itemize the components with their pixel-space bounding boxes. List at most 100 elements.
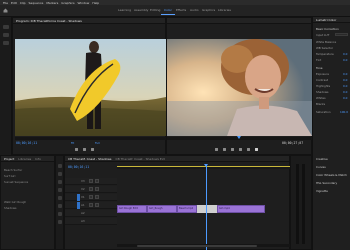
timeline-clip[interactable]: Girl_Rough — [147, 205, 177, 213]
audio-meter-left — [296, 164, 299, 244]
program-playhead[interactable] — [237, 136, 241, 139]
contrast-value[interactable]: 0.0 — [343, 78, 347, 82]
section-color-wheels[interactable]: Color Wheels & Match — [316, 173, 347, 177]
input-lut-select[interactable] — [335, 33, 348, 36]
workspace-learning[interactable]: Learning — [118, 8, 131, 12]
exposure-label: Exposure — [316, 72, 329, 76]
shadows-value[interactable]: 0.0 — [343, 90, 347, 94]
play-icon[interactable] — [223, 148, 226, 151]
tone-label: Tone — [316, 66, 323, 70]
track-eye-icon[interactable] — [95, 195, 99, 199]
menu-edit[interactable]: Edit — [11, 1, 17, 5]
hand-tool-icon[interactable] — [58, 212, 62, 216]
project-item[interactable]: Shadows — [4, 206, 17, 210]
menu-clip[interactable]: Clip — [20, 1, 26, 5]
timeline-clip[interactable]: Beach.mp4 — [177, 205, 197, 213]
project-item[interactable]: Beach Surfer — [4, 168, 22, 172]
step-forward-icon[interactable] — [231, 148, 234, 151]
timeline-clip[interactable]: Girl.mp4 — [217, 205, 265, 213]
timeline-scroll-thumb[interactable] — [137, 244, 257, 247]
source-zoom[interactable]: Fit — [71, 141, 74, 145]
tab-project[interactable]: Project — [4, 157, 14, 161]
section-curves[interactable]: Curves — [316, 165, 326, 169]
lumetri-tab[interactable]: Lumetri Color — [316, 18, 336, 22]
source-timeline-ruler[interactable] — [15, 137, 166, 140]
surfer-video-frame[interactable] — [15, 39, 166, 136]
timeline-tab[interactable]: CB Thecalif. Coast - Shadows — [68, 157, 111, 161]
temperature-value[interactable]: 0.0 — [343, 52, 347, 56]
highlights-value[interactable]: 0.0 — [343, 84, 347, 88]
track-lock-icon[interactable] — [89, 195, 93, 199]
tools-panel — [55, 155, 64, 250]
workspace-bar: Learning Assembly Editing Color Effects … — [0, 5, 350, 17]
home-icon[interactable] — [3, 8, 8, 13]
tool-icon[interactable] — [3, 33, 9, 37]
project-item[interactable]: Sunset Sequence — [4, 180, 28, 184]
track-eye-icon[interactable] — [95, 179, 99, 183]
razor-tool-icon[interactable] — [58, 188, 62, 192]
menu-file[interactable]: File — [3, 1, 8, 5]
workspace-assembly[interactable]: Assembly — [134, 8, 148, 12]
selected-clip[interactable] — [197, 205, 217, 213]
track-eye-icon[interactable] — [95, 187, 99, 191]
tool-icon[interactable] — [3, 41, 9, 45]
timeline-timecode[interactable]: 00;00;16;11 — [68, 165, 89, 169]
ripple-edit-tool-icon[interactable] — [58, 180, 62, 184]
tab-info[interactable]: Info — [35, 157, 41, 161]
project-item[interactable]: Surf Girl — [4, 174, 15, 178]
type-tool-icon[interactable] — [58, 220, 62, 224]
timeline-scrollbar[interactable] — [117, 244, 290, 247]
tool-icon[interactable] — [3, 25, 9, 29]
timeline-playhead[interactable] — [206, 164, 207, 250]
source-monitor-tab[interactable]: Program: ICB Thecalifornia Coast - Shado… — [16, 19, 82, 23]
timeline-playhead-handle[interactable] — [204, 164, 208, 167]
track-label: A2 — [81, 211, 85, 215]
mark-in-icon[interactable] — [75, 148, 78, 151]
section-creative[interactable]: Creative — [316, 157, 328, 161]
menu-window[interactable]: Window — [78, 1, 90, 5]
menu-sequence[interactable]: Sequence — [29, 1, 44, 5]
track-target[interactable] — [77, 194, 80, 201]
mark-out-icon[interactable] — [91, 148, 94, 151]
saturation-value[interactable]: 100.0 — [340, 110, 348, 114]
workspace-editing[interactable]: Editing — [150, 8, 160, 12]
section-hsl-secondary[interactable]: HSL Secondary — [316, 181, 337, 185]
step-back-icon[interactable] — [215, 148, 218, 151]
workspace-color[interactable]: Color — [164, 8, 172, 12]
workspace-libraries[interactable]: Libraries — [218, 8, 231, 12]
exposure-value[interactable]: 0.0 — [343, 72, 347, 76]
slip-tool-icon[interactable] — [58, 196, 62, 200]
track-select-tool-icon[interactable] — [58, 172, 62, 176]
menu-help[interactable]: Help — [92, 1, 99, 5]
menu-markers[interactable]: Markers — [46, 1, 58, 5]
section-vignette[interactable]: Vignette — [316, 189, 328, 193]
workspace-audio[interactable]: Audio — [190, 8, 199, 12]
workspace-effects[interactable]: Effects — [176, 8, 186, 12]
lift-icon[interactable] — [239, 148, 242, 151]
tint-value[interactable]: 0.0 — [343, 58, 347, 62]
project-item[interactable]: Walk Girl Rough — [4, 200, 26, 204]
track-label: V3 — [81, 179, 85, 183]
section-basic-correction[interactable]: Basic Correction — [316, 27, 339, 31]
girl-video-frame[interactable] — [167, 39, 312, 136]
track-target[interactable] — [77, 202, 80, 209]
menu-graphics[interactable]: Graphics — [61, 1, 74, 5]
timeline-clip[interactable]: Girl Rough Edit — [117, 205, 147, 213]
track-solo-icon[interactable] — [95, 203, 99, 207]
track-lock-icon[interactable] — [89, 179, 93, 183]
track-mute-icon[interactable] — [89, 203, 93, 207]
whites-value[interactable]: 0.0 — [343, 96, 347, 100]
export-frame-icon[interactable] — [247, 148, 250, 151]
whites-label: Whites — [316, 96, 326, 100]
workspace-graphics[interactable]: Graphics — [202, 8, 215, 12]
pen-tool-icon[interactable] — [58, 204, 62, 208]
settings-icon[interactable] — [255, 148, 258, 151]
track-lock-icon[interactable] — [89, 187, 93, 191]
timeline-tab[interactable]: CB Thecalif. Coast - Shadows Ext — [115, 157, 164, 161]
source-timecode[interactable]: 00;00;16;11 — [16, 141, 37, 145]
source-resolution[interactable]: Full — [95, 141, 100, 145]
selection-tool-icon[interactable] — [58, 164, 62, 168]
play-icon[interactable] — [83, 148, 86, 151]
clip-label: Girl.mp4 — [219, 207, 230, 210]
tab-libraries[interactable]: Libraries — [18, 157, 31, 161]
